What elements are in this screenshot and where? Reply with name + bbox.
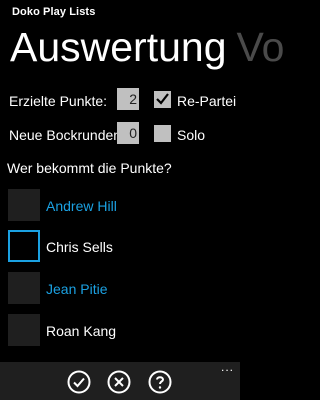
player-item[interactable]: Jean Pitie — [8, 272, 228, 306]
player-checkbox[interactable] — [8, 189, 40, 221]
app-title: Doko Play Lists — [12, 6, 96, 18]
solo-label: Solo — [177, 127, 206, 143]
pivot-header: Auswertung Vo — [10, 22, 284, 72]
player-name: Chris Sells — [46, 239, 113, 255]
player-checkbox[interactable] — [8, 314, 40, 346]
player-checkbox[interactable] — [8, 272, 40, 304]
app-bar: ... — [0, 361, 240, 400]
player-item[interactable]: Roan Kang — [8, 314, 228, 348]
question-label: Wer bekommt die Punkte? — [7, 160, 172, 176]
pivot-item-auswertung[interactable]: Auswertung — [10, 24, 227, 70]
player-name: Jean Pitie — [46, 281, 108, 297]
pivot-item-next[interactable]: Vo — [237, 24, 285, 70]
help-button[interactable] — [148, 370, 172, 394]
more-button[interactable]: ... — [221, 361, 234, 373]
cancel-button[interactable] — [107, 370, 131, 394]
re-partei-label: Re-Partei — [177, 93, 237, 109]
player-name: Roan Kang — [46, 323, 117, 339]
re-partei-checkbox[interactable] — [154, 91, 171, 108]
confirm-button[interactable] — [67, 370, 91, 394]
solo-checkbox[interactable] — [154, 125, 171, 142]
check-mark-icon — [156, 93, 169, 105]
player-checkbox[interactable] — [8, 230, 40, 262]
points-input[interactable]: 2 — [117, 88, 139, 110]
player-item[interactable]: Chris Sells — [8, 230, 228, 264]
check-icon — [67, 370, 91, 394]
help-icon — [148, 370, 172, 394]
bock-input[interactable]: 0 — [117, 122, 139, 144]
points-label: Erzielte Punkte: — [9, 93, 108, 109]
player-name: Andrew Hill — [46, 198, 117, 214]
bock-label: Neue Bockrunden: — [9, 127, 125, 143]
player-item[interactable]: Andrew Hill — [8, 189, 228, 223]
cancel-icon — [107, 370, 131, 394]
